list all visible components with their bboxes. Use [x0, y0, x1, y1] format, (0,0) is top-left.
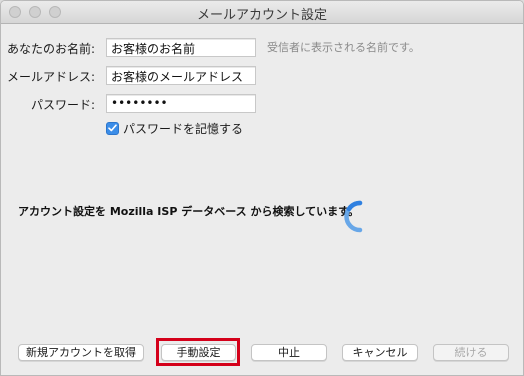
account-setup-window: メールアカウント設定 あなたのお名前: お客様のお名前 受信者に表示される名前で… — [0, 0, 524, 376]
remember-password-checkbox[interactable] — [106, 121, 119, 135]
password-field[interactable]: •••••••• — [106, 94, 256, 113]
name-field[interactable]: お客様のお名前 — [106, 38, 256, 57]
password-label: パスワード: — [30, 98, 95, 112]
cancel-button[interactable]: キャンセル — [342, 344, 418, 361]
checkmark-icon — [108, 124, 117, 132]
name-label: あなたのお名前: — [6, 42, 95, 56]
window-title: メールアカウント設定 — [196, 8, 327, 23]
status-message: アカウント設定を Mozilla ISP データベース から検索しています。 — [18, 205, 360, 218]
email-field[interactable]: お客様のメールアドレス — [106, 66, 256, 85]
remember-password-row[interactable]: パスワードを記憶する — [106, 121, 244, 136]
manual-config-highlight — [156, 338, 240, 366]
remember-password-label: パスワードを記憶する — [123, 121, 244, 136]
stop-button[interactable]: 中止 — [251, 344, 327, 361]
new-account-button[interactable]: 新規アカウントを取得 — [18, 344, 144, 361]
email-label: メールアドレス: — [6, 70, 95, 84]
name-hint: 受信者に表示される名前です。 — [267, 41, 420, 54]
loading-spinner-icon — [344, 200, 363, 233]
continue-button[interactable]: 続ける — [433, 344, 509, 361]
title-bar: メールアカウント設定 — [1, 1, 523, 24]
